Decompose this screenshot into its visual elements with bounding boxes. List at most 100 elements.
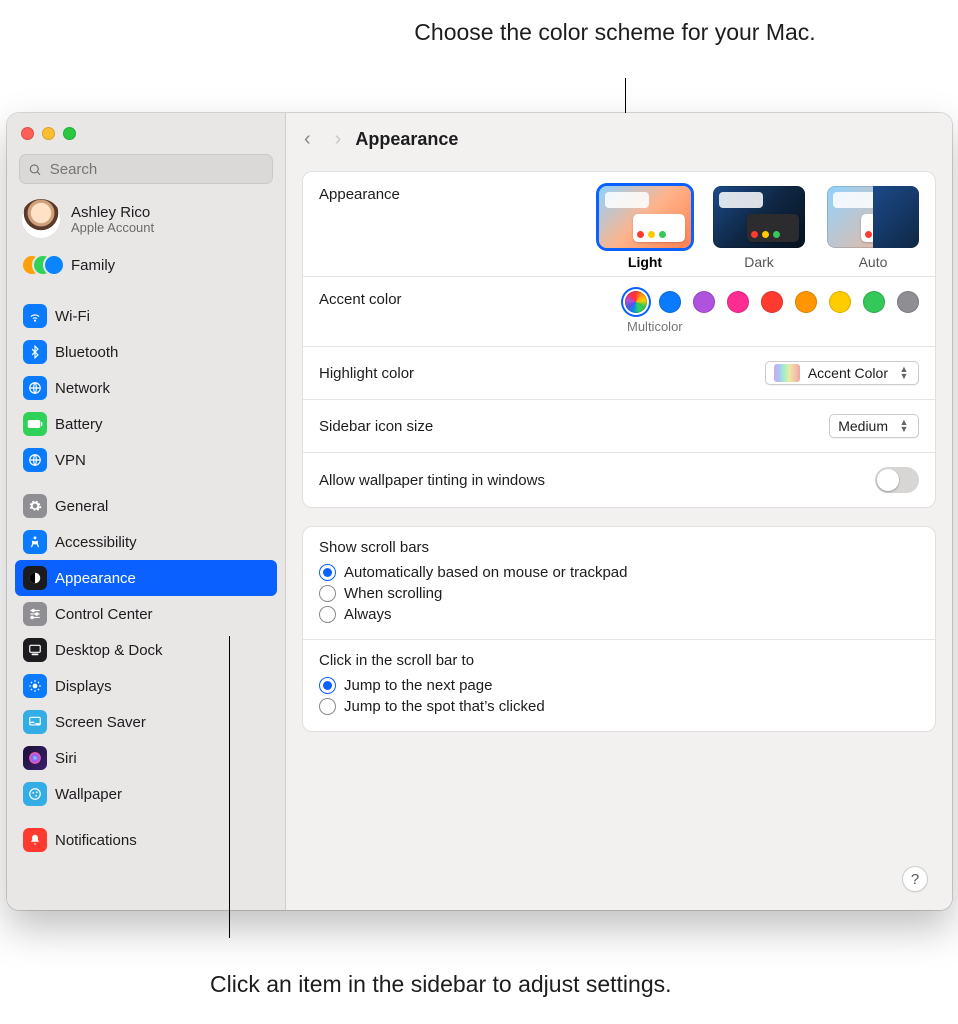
sidebar-item-appearance[interactable]: Appearance (15, 560, 277, 596)
wallpaper-icon (23, 782, 47, 806)
family-icon (21, 252, 61, 278)
highlight-swatch-icon (774, 364, 800, 382)
appearance-panel: Appearance LightDarkAuto Accent color Mu… (302, 171, 936, 508)
siri-icon (23, 746, 47, 770)
sidebar-icon-size-label: Sidebar icon size (319, 418, 433, 435)
accent-color-graphite[interactable] (897, 291, 919, 313)
screensaver-icon (23, 710, 47, 734)
sidebar-item-label: Bluetooth (55, 344, 118, 361)
sidebar-icon-size-popup[interactable]: Medium ▲▼ (829, 414, 919, 438)
sidebar-item-general[interactable]: General (15, 488, 277, 524)
avatar (21, 199, 61, 239)
radio-label: Automatically based on mouse or trackpad (344, 564, 627, 581)
sidebar-item-vpn[interactable]: VPN (15, 442, 277, 478)
appearance-theme-auto[interactable]: Auto (827, 186, 919, 270)
globe-icon (23, 448, 47, 472)
radio-icon (319, 698, 336, 715)
sidebar: Ashley Rico Apple Account Family Wi-Fi Bl… (7, 113, 286, 910)
accent-color-red[interactable] (761, 291, 783, 313)
accent-color-green[interactable] (863, 291, 885, 313)
sidebar-item-bluetooth[interactable]: Bluetooth (15, 334, 277, 370)
back-button[interactable]: ‹ (304, 128, 311, 151)
system-settings-window: Ashley Rico Apple Account Family Wi-Fi Bl… (7, 113, 952, 910)
help-button[interactable]: ? (902, 866, 928, 892)
sidebar-item-displays[interactable]: Displays (15, 668, 277, 704)
globe-icon (23, 376, 47, 400)
accent-color-yellow[interactable] (829, 291, 851, 313)
highlight-color-popup[interactable]: Accent Color ▲▼ (765, 361, 919, 385)
accent-color-multicolor[interactable] (625, 291, 647, 313)
radio-label: When scrolling (344, 585, 442, 602)
wifi-icon (23, 304, 47, 328)
show-scroll-bars-option-0[interactable]: Automatically based on mouse or trackpad (319, 562, 919, 583)
sidebar-item-label: Network (55, 380, 110, 397)
sidebar-item-wallpaper[interactable]: Wallpaper (15, 776, 277, 812)
sidebar-item-battery[interactable]: Battery (15, 406, 277, 442)
search-input[interactable] (48, 160, 264, 179)
accent-color-purple[interactable] (693, 291, 715, 313)
sidebar-item-label: Wi-Fi (55, 308, 90, 325)
accent-color-orange[interactable] (795, 291, 817, 313)
minimize-window-button[interactable] (42, 127, 55, 140)
close-window-button[interactable] (21, 127, 34, 140)
family-row[interactable]: Family (7, 242, 285, 290)
theme-label: Auto (859, 254, 888, 270)
sidebar-item-label: Displays (55, 678, 112, 695)
accessibility-icon (23, 530, 47, 554)
highlight-color-value: Accent Color (808, 365, 888, 381)
scroll-click-option-1[interactable]: Jump to the spot that’s clicked (319, 696, 919, 717)
family-label: Family (71, 257, 115, 274)
appearance-icon (23, 566, 47, 590)
brightness-icon (23, 674, 47, 698)
search-icon (28, 162, 42, 177)
wallpaper-tinting-toggle[interactable] (875, 467, 919, 493)
sidebar-item-label: Screen Saver (55, 714, 146, 731)
radio-icon (319, 564, 336, 581)
sidebar-list: Wi-Fi Bluetooth Network Battery VPN General Ac… (7, 290, 285, 862)
sidebar-item-notifications[interactable]: Notifications (15, 822, 277, 858)
content: Appearance LightDarkAuto Accent color Mu… (286, 165, 952, 748)
sidebar-item-wi-fi[interactable]: Wi-Fi (15, 298, 277, 334)
accent-color-pink[interactable] (727, 291, 749, 313)
show-scroll-bars-option-2[interactable]: Always (319, 604, 919, 625)
appearance-theme-dark[interactable]: Dark (713, 186, 805, 270)
sidebar-item-siri[interactable]: Siri (15, 740, 277, 776)
search-field[interactable] (19, 154, 273, 184)
sidebar-item-accessibility[interactable]: Accessibility (15, 524, 277, 560)
accent-color-blue[interactable] (659, 291, 681, 313)
window-controls (7, 113, 285, 150)
sidebar-item-control-center[interactable]: Control Center (15, 596, 277, 632)
appearance-label: Appearance (319, 186, 400, 203)
sidebar-item-desktop-dock[interactable]: Desktop & Dock (15, 632, 277, 668)
appearance-theme-light[interactable]: Light (599, 186, 691, 270)
theme-label: Dark (744, 254, 774, 270)
apple-account-row[interactable]: Ashley Rico Apple Account (7, 196, 285, 242)
radio-icon (319, 677, 336, 694)
sidebar-item-screen-saver[interactable]: Screen Saver (15, 704, 277, 740)
theme-preview-icon (827, 186, 919, 248)
sidebar-item-label: VPN (55, 452, 86, 469)
sidebar-item-label: General (55, 498, 108, 515)
sliders-icon (23, 602, 47, 626)
theme-label: Light (628, 254, 662, 270)
scroll-click-option-0[interactable]: Jump to the next page (319, 675, 919, 696)
callout-bottom: Click an item in the sidebar to adjust s… (210, 970, 672, 1000)
callout-top: Choose the color scheme for your Mac. (352, 18, 878, 48)
chevron-updown-icon: ▲▼ (896, 364, 912, 382)
forward-button[interactable]: › (335, 128, 342, 151)
theme-preview-icon (713, 186, 805, 248)
scroll-click-title: Click in the scroll bar to (319, 652, 919, 669)
show-scroll-bars-option-1[interactable]: When scrolling (319, 583, 919, 604)
show-scroll-bars-title: Show scroll bars (319, 539, 919, 556)
sidebar-item-network[interactable]: Network (15, 370, 277, 406)
accent-colors (625, 291, 919, 313)
bluetooth-icon (23, 340, 47, 364)
fullscreen-window-button[interactable] (63, 127, 76, 140)
sidebar-item-label: Desktop & Dock (55, 642, 163, 659)
page-title: Appearance (355, 129, 458, 150)
dock-icon (23, 638, 47, 662)
accent-color-label: Accent color (319, 291, 402, 308)
sidebar-item-label: Control Center (55, 606, 153, 623)
sidebar-item-label: Appearance (55, 570, 136, 587)
bell-icon (23, 828, 47, 852)
